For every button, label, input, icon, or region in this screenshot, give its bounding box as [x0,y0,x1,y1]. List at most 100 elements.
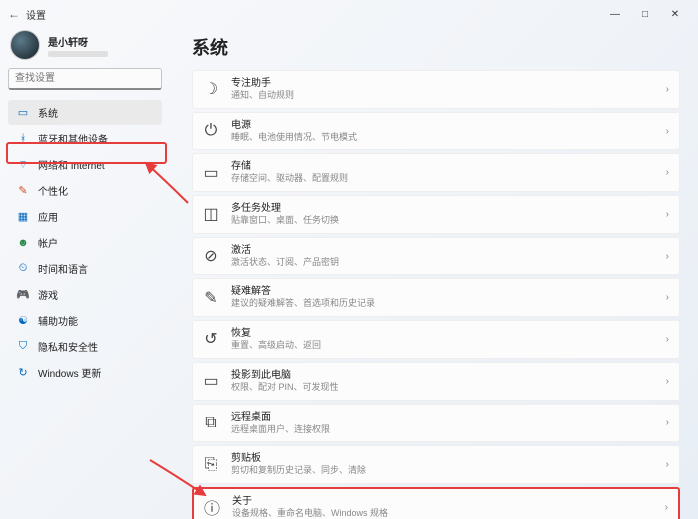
nav-item-gaming[interactable]: 🎮 游戏 [8,282,162,307]
item-subtitle: 存储空间、驱动器、配置规则 [231,173,666,185]
chevron-right-icon: › [666,292,669,303]
avatar [10,30,40,60]
accounts-icon: ☻ [16,236,30,250]
time-icon: ⏲ [16,262,30,276]
item-text: 剪贴板剪切和复制历史记录、同步、清除 [231,452,666,477]
main-content: 系统 ☽专注助手通知、自动规则›⏻电源睡眠、电池使用情况、节电模式›▭存储存储空… [170,28,698,519]
nav-item-bluetooth[interactable]: ᚼ 蓝牙和其他设备 [8,126,162,151]
nav-item-personalization[interactable]: ✎个性化 [8,178,162,203]
item-subtitle: 建议的疑难解答、首选项和历史记录 [231,298,666,310]
chevron-right-icon: › [666,251,669,262]
projecting-icon: ▭ [203,373,219,389]
settings-item-activation[interactable]: ⊘激活激活状态、订阅、产品密钥› [192,237,680,276]
nav-item-label: 蓝牙和其他设备 [38,131,108,146]
nav-list: ▭系统 ᚼ 蓝牙和其他设备 ⌔ 网络和 Internet ✎个性化 ▦ 应用 ☻ 帐户 ⏲ 时间和语言… [8,100,162,385]
chevron-right-icon: › [666,126,669,137]
nav-item-label: 时间和语言 [38,261,88,276]
settings-item-remote[interactable]: ⧉远程桌面远程桌面用户、连接权限› [192,404,680,443]
item-title: 电源 [231,119,666,132]
apps-icon: ▦ [16,210,30,224]
user-status [48,51,108,57]
item-title: 关于 [232,495,665,508]
focus-icon: ☽ [203,81,219,97]
nav-item-accounts[interactable]: ☻ 帐户 [8,230,162,255]
nav-item-label: 应用 [38,209,58,224]
minimize-button[interactable]: — [600,4,630,24]
item-subtitle: 激活状态、订阅、产品密钥 [231,257,666,269]
search-input[interactable] [8,68,162,90]
item-text: 电源睡眠、电池使用情况、节电模式 [231,119,666,144]
settings-list: ☽专注助手通知、自动规则›⏻电源睡眠、电池使用情况、节电模式›▭存储存储空间、驱… [192,70,680,519]
nav-item-label: 系统 [38,105,58,120]
item-subtitle: 睡眠、电池使用情况、节电模式 [231,132,666,144]
nav-item-time[interactable]: ⏲ 时间和语言 [8,256,162,281]
gaming-icon: 🎮 [16,288,30,302]
settings-item-troubleshoot[interactable]: ✎疑难解答建议的疑难解答、首选项和历史记录› [192,278,680,317]
maximize-button[interactable]: □ [630,4,660,24]
settings-item-about[interactable]: ⓘ关于设备规格、重命名电脑、Windows 规格› [192,487,680,519]
username: 是小轩呀 [48,34,108,49]
settings-item-projecting[interactable]: ▭ 投影到此电脑权限、配对 PIN、可发现性› [192,362,680,401]
item-text: 专注助手通知、自动规则 [231,77,666,102]
nav-item-system[interactable]: ▭系统 [8,100,162,125]
settings-item-focus[interactable]: ☽ 专注助手通知、自动规则› [192,70,680,109]
sidebar: 是小轩呀 ▭系统 ᚼ 蓝牙和其他设备 ⌔ 网络和 Internet ✎个性化 ▦ 应用 ☻ 帐户 ⏲… [0,28,170,519]
item-subtitle: 通知、自动规则 [231,90,666,102]
storage-icon: ▭ [203,165,219,181]
multitask-icon: ◫ [203,206,219,222]
nav-item-update[interactable]: ↻Windows 更新 [8,360,162,385]
chevron-right-icon: › [665,502,668,513]
chevron-right-icon: › [666,84,669,95]
chevron-right-icon: › [666,209,669,220]
accessibility-icon: ☯ [16,314,30,328]
chevron-right-icon: › [666,459,669,470]
settings-item-multitask[interactable]: ◫ 多任务处理贴靠窗口、桌面、任务切换› [192,195,680,234]
nav-item-label: 网络和 Internet [38,157,105,172]
item-title: 恢复 [231,327,666,340]
update-icon: ↻ [16,366,30,380]
nav-item-label: 帐户 [38,235,58,250]
item-title: 激活 [231,244,666,257]
nav-item-accessibility[interactable]: ☯辅助功能 [8,308,162,333]
item-text: 恢复重置、高级启动、返回 [231,327,666,352]
item-title: 存储 [231,160,666,173]
user-profile[interactable]: 是小轩呀 [8,30,162,60]
chevron-right-icon: › [666,376,669,387]
settings-item-clipboard[interactable]: ⎘剪贴板剪切和复制历史记录、同步、清除› [192,445,680,484]
bluetooth-icon: ᚼ [16,132,30,146]
settings-item-storage[interactable]: ▭ 存储存储空间、驱动器、配置规则› [192,153,680,192]
item-text: 存储存储空间、驱动器、配置规则 [231,160,666,185]
network-icon: ⌔ [16,158,30,172]
settings-item-power[interactable]: ⏻ 电源睡眠、电池使用情况、节电模式› [192,112,680,151]
window-title: 设置 [26,7,46,22]
nav-item-apps[interactable]: ▦ 应用 [8,204,162,229]
item-title: 多任务处理 [231,202,666,215]
item-text: 疑难解答建议的疑难解答、首选项和历史记录 [231,285,666,310]
back-button[interactable]: ← [8,7,20,21]
chevron-right-icon: › [666,334,669,345]
item-title: 剪贴板 [231,452,666,465]
nav-item-label: 隐私和安全性 [38,339,98,354]
about-icon: ⓘ [204,499,220,515]
close-button[interactable]: ✕ [660,4,690,24]
chevron-right-icon: › [666,167,669,178]
nav-item-privacy[interactable]: ⛉ 隐私和安全性 [8,334,162,359]
settings-item-recovery[interactable]: ↺恢复重置、高级启动、返回› [192,320,680,359]
chevron-right-icon: › [666,417,669,428]
window-controls: — □ ✕ [600,4,690,24]
power-icon: ⏻ [203,123,219,139]
item-title: 疑难解答 [231,285,666,298]
item-subtitle: 贴靠窗口、桌面、任务切换 [231,215,666,227]
item-title: 远程桌面 [231,411,666,424]
nav-item-network[interactable]: ⌔ 网络和 Internet [8,152,162,177]
nav-item-label: 游戏 [38,287,58,302]
item-subtitle: 远程桌面用户、连接权限 [231,424,666,436]
item-text: 投影到此电脑权限、配对 PIN、可发现性 [231,369,666,394]
item-title: 专注助手 [231,77,666,90]
privacy-icon: ⛉ [16,340,30,354]
item-text: 远程桌面远程桌面用户、连接权限 [231,411,666,436]
item-title: 投影到此电脑 [231,369,666,382]
item-subtitle: 剪切和复制历史记录、同步、清除 [231,465,666,477]
item-subtitle: 权限、配对 PIN、可发现性 [231,382,666,394]
nav-item-label: 个性化 [38,183,68,198]
